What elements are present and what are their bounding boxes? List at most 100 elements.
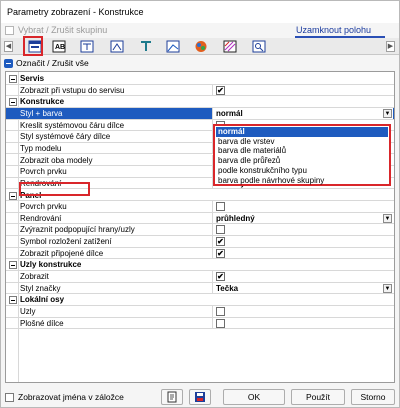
- property-value[interactable]: normál ▼: [212, 107, 393, 119]
- selected-row-highlight: [19, 182, 90, 196]
- group-label: Lokální osy: [20, 295, 65, 305]
- property-label: Plošné dílce: [20, 318, 64, 328]
- property-row[interactable]: Zobrazit při vstupu do servisu ✔: [6, 84, 394, 97]
- property-checkbox[interactable]: ✔: [216, 237, 225, 247]
- show-names-checkbox[interactable]: [5, 392, 14, 402]
- property-label: Typ modelu: [20, 143, 62, 153]
- property-label: Povrch prvku: [20, 167, 67, 177]
- property-value[interactable]: průhledný ▼: [212, 212, 393, 224]
- property-checkbox[interactable]: ✔: [216, 272, 225, 282]
- save-icon: [195, 392, 205, 402]
- property-label: Kreslit systémovou čáru dílce: [20, 120, 125, 130]
- property-label: Styl značky: [20, 283, 61, 293]
- property-label: Zobrazit při vstupu do servisu: [20, 85, 125, 95]
- group-row[interactable]: Servis: [6, 73, 394, 85]
- apply-button[interactable]: Použít: [291, 389, 345, 405]
- collapse-toggle[interactable]: [9, 191, 17, 200]
- property-value[interactable]: [212, 201, 393, 213]
- property-row[interactable]: Zobrazit ✔: [6, 271, 394, 283]
- mark-all-label: Označit / Zrušit vše: [16, 58, 89, 68]
- property-value[interactable]: [212, 317, 393, 329]
- ok-button[interactable]: OK: [223, 389, 285, 405]
- collapse-toggle[interactable]: [9, 296, 17, 305]
- property-row[interactable]: Styl značky Tečka ▼: [6, 282, 394, 295]
- property-checkbox[interactable]: [216, 318, 225, 328]
- property-value[interactable]: Tečka ▼: [212, 282, 393, 294]
- title-bar: Parametry zobrazení - Konstrukce: [1, 1, 399, 23]
- style-color-dropdown-list[interactable]: normál barva dle vrstev barva dle materiál…: [213, 124, 391, 186]
- property-checkbox[interactable]: [216, 202, 225, 212]
- tab-colors-icon[interactable]: [194, 40, 208, 53]
- tab-supports-icon[interactable]: [139, 40, 153, 53]
- property-value-text: Tečka: [216, 283, 239, 293]
- property-value[interactable]: ✔: [212, 247, 393, 259]
- tab-search-icon[interactable]: [252, 40, 266, 53]
- dropdown-option[interactable]: podle konstrukčního typu: [216, 166, 388, 176]
- property-checkbox[interactable]: [216, 307, 225, 316]
- property-label: Zvýraznit podpopující hrany/uzly: [20, 225, 135, 235]
- tab-labels-icon[interactable]: AB: [52, 40, 66, 53]
- property-value[interactable]: ✔: [212, 271, 393, 283]
- show-names-label: Zobrazovat jména v záložce: [18, 392, 124, 402]
- property-label: Zobrazit připojené dílce: [20, 248, 104, 258]
- collapse-toggle[interactable]: [9, 75, 17, 83]
- active-tab-highlight: [23, 36, 43, 56]
- dropdown-option[interactable]: barva podle návrhové skupiny: [216, 176, 388, 186]
- property-label: Symbol rozložení zatížení: [20, 237, 112, 247]
- tab-scroll-left-button[interactable]: ◀: [4, 41, 13, 52]
- chevron-down-icon[interactable]: ▼: [383, 283, 392, 293]
- tab-diagrams-icon[interactable]: [166, 40, 180, 53]
- tab-results-icon[interactable]: [110, 40, 124, 53]
- select-group-label: Vybrat / Zrušit skupinu: [18, 25, 108, 35]
- property-checkbox[interactable]: ✔: [216, 85, 225, 95]
- collapse-toggle[interactable]: [9, 98, 17, 107]
- mark-all-toggle[interactable]: Označit / Zrušit vše: [4, 58, 89, 68]
- property-label: Zobrazit: [20, 272, 49, 282]
- property-value[interactable]: ✔: [212, 236, 393, 248]
- cancel-button[interactable]: Storno: [351, 389, 395, 405]
- property-checkbox[interactable]: ✔: [216, 248, 225, 258]
- group-row[interactable]: Uzly konstrukce: [6, 259, 394, 271]
- property-value[interactable]: [212, 224, 393, 236]
- property-value-text: normál: [216, 108, 243, 118]
- property-row[interactable]: Uzly: [6, 306, 394, 318]
- display-parameters-window: Parametry zobrazení - Konstrukce Vybrat …: [0, 0, 400, 408]
- dropdown-option[interactable]: barva dle průřezů: [216, 156, 388, 166]
- tab-scroll-right-button[interactable]: ▶: [386, 41, 395, 52]
- dropdown-option[interactable]: barva dle materiálů: [216, 146, 388, 156]
- dropdown-option[interactable]: barva dle vrstev: [216, 137, 388, 147]
- property-label: Povrch prvku: [20, 202, 67, 212]
- copy-settings-button[interactable]: [161, 389, 183, 405]
- property-value[interactable]: ✔: [212, 84, 393, 96]
- property-value[interactable]: [212, 306, 393, 317]
- collapse-toggle[interactable]: [9, 261, 17, 270]
- property-row[interactable]: Plošné dílce: [6, 317, 394, 330]
- bottom-bar: Zobrazovat jména v záložce OK Použít Sto…: [1, 385, 399, 408]
- tab-loads-icon[interactable]: [80, 40, 94, 53]
- tab-hatch-icon[interactable]: [223, 40, 237, 53]
- lock-position-link[interactable]: Uzamknout polohu: [296, 25, 371, 35]
- group-row[interactable]: Konstrukce: [6, 96, 394, 108]
- show-names-toggle[interactable]: Zobrazovat jména v záložce: [5, 392, 124, 402]
- property-label: Uzly: [20, 307, 36, 316]
- property-row[interactable]: Povrch prvku: [6, 201, 394, 213]
- dropdown-option[interactable]: normál: [216, 127, 388, 137]
- select-group-checkbox[interactable]: [5, 25, 14, 35]
- group-label: Uzly konstrukce: [20, 260, 82, 270]
- property-value-text: průhledný: [216, 213, 255, 223]
- chevron-down-icon[interactable]: ▼: [383, 108, 392, 118]
- group-row[interactable]: Lokální osy: [6, 294, 394, 306]
- select-group-toggle[interactable]: Vybrat / Zrušit skupinu: [5, 25, 107, 35]
- group-label: Servis: [20, 74, 45, 83]
- save-settings-button[interactable]: [189, 389, 211, 405]
- property-label: Styl + barva: [20, 108, 63, 118]
- property-row[interactable]: Symbol rozložení zatížení ✔: [6, 236, 394, 248]
- property-checkbox[interactable]: [216, 225, 225, 235]
- document-icon: [167, 391, 177, 403]
- window-title: Parametry zobrazení - Konstrukce: [7, 7, 144, 17]
- property-row[interactable]: Zobrazit připojené dílce ✔: [6, 247, 394, 260]
- chevron-down-icon[interactable]: ▼: [383, 213, 392, 223]
- property-row[interactable]: Rendrování průhledný ▼: [6, 212, 394, 225]
- property-row[interactable]: Styl + barva normál ▼: [6, 107, 394, 120]
- property-row[interactable]: Zvýraznit podpopující hrany/uzly: [6, 224, 394, 237]
